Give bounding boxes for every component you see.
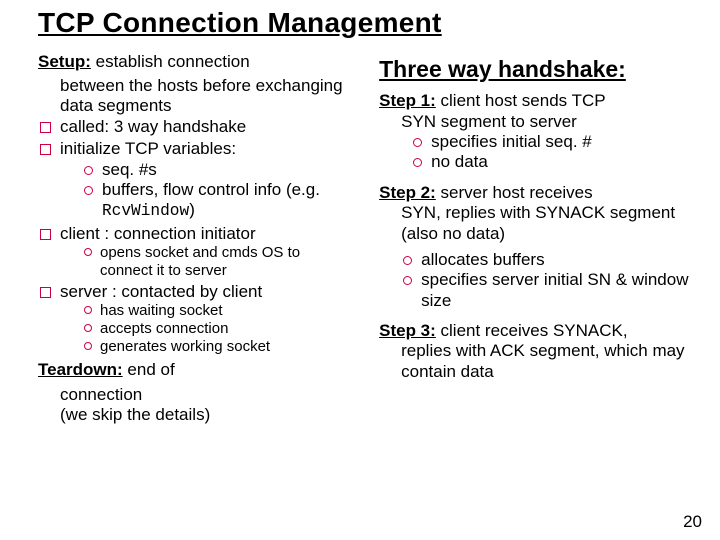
bullet-server-text: server : contacted by client (60, 282, 262, 301)
step-2-cont: SYN, replies with SYNACK segment (also n… (401, 203, 690, 244)
step-3: Step 3: client receives SYNACK, replies … (379, 321, 690, 382)
sub-client-opens: opens socket and cmds OS to connect it t… (82, 244, 355, 280)
teardown-continuation: connection (we skip the details) (60, 385, 355, 426)
setup-lead: Setup: establish connection (38, 52, 355, 72)
sub-server-waiting: has waiting socket (82, 302, 355, 320)
right-column: Three way handshake: Step 1: client host… (379, 50, 690, 426)
sub-server-generates: generates working socket (82, 338, 355, 356)
bullet-client-text: client : connection initiator (60, 224, 256, 243)
sub-buffers: buffers, flow control info (e.g. RcvWind… (82, 180, 355, 222)
s2-allocates: allocates buffers (401, 250, 690, 270)
step-1: Step 1: client host sends TCP SYN segmen… (379, 91, 690, 173)
s1-specifies-seq: specifies initial seq. # (411, 132, 690, 152)
setup-label: Setup: (38, 52, 91, 71)
init-vars-sublist: seq. #s buffers, flow control info (e.g.… (82, 160, 355, 222)
step-1-text: client host sends TCP (436, 91, 606, 110)
s2-specifies-sn: specifies server initial SN & window siz… (401, 270, 690, 311)
step-2-sublist: allocates buffers specifies server initi… (401, 250, 690, 311)
step-2: Step 2: server host receives SYN, replie… (379, 183, 690, 311)
step-3-label: Step 3: (379, 321, 436, 340)
sub-seqnums: seq. #s (82, 160, 355, 180)
bullet-client: client : connection initiator opens sock… (38, 224, 355, 280)
server-sublist: has waiting socket accepts connection ge… (82, 302, 355, 356)
page-number: 20 (683, 512, 702, 532)
bullet-server: server : contacted by client has waiting… (38, 282, 355, 356)
step-1-label: Step 1: (379, 91, 436, 110)
teardown-text: end of (123, 360, 175, 379)
handshake-heading: Three way handshake: (379, 56, 690, 84)
setup-continuation: between the hosts before exchanging data… (60, 76, 355, 117)
step-3-text: client receives SYNACK, (436, 321, 628, 340)
client-sublist: opens socket and cmds OS to connect it t… (82, 244, 355, 280)
step-1-sublist: specifies initial seq. # no data (411, 132, 690, 173)
step-2-text: server host receives (436, 183, 593, 202)
slide: TCP Connection Management Setup: establi… (0, 0, 720, 540)
teardown-lead: Teardown: end of (38, 360, 355, 380)
left-column: Setup: establish connection between the … (38, 50, 355, 426)
step-3-cont: replies with ACK segment, which may cont… (401, 341, 690, 382)
bullet-init-vars: initialize TCP variables: seq. #s buffer… (38, 139, 355, 222)
setup-bullets: called: 3 way handshake initialize TCP v… (38, 117, 355, 357)
setup-text: establish connection (91, 52, 250, 71)
sub-buffers-c: ) (189, 200, 195, 219)
rcvwindow-code: RcvWindow (102, 202, 189, 220)
slide-title: TCP Connection Management (38, 6, 690, 40)
step-2-label: Step 2: (379, 183, 436, 202)
sub-server-accepts: accepts connection (82, 320, 355, 338)
teardown-label: Teardown: (38, 360, 123, 379)
s1-no-data: no data (411, 152, 690, 172)
bullet-called: called: 3 way handshake (38, 117, 355, 137)
bullet-init-vars-text: initialize TCP variables: (60, 139, 236, 158)
step-1-cont: SYN segment to server (401, 112, 690, 132)
sub-buffers-a: buffers, flow control info (e.g. (102, 180, 320, 199)
two-column-layout: Setup: establish connection between the … (38, 50, 690, 426)
